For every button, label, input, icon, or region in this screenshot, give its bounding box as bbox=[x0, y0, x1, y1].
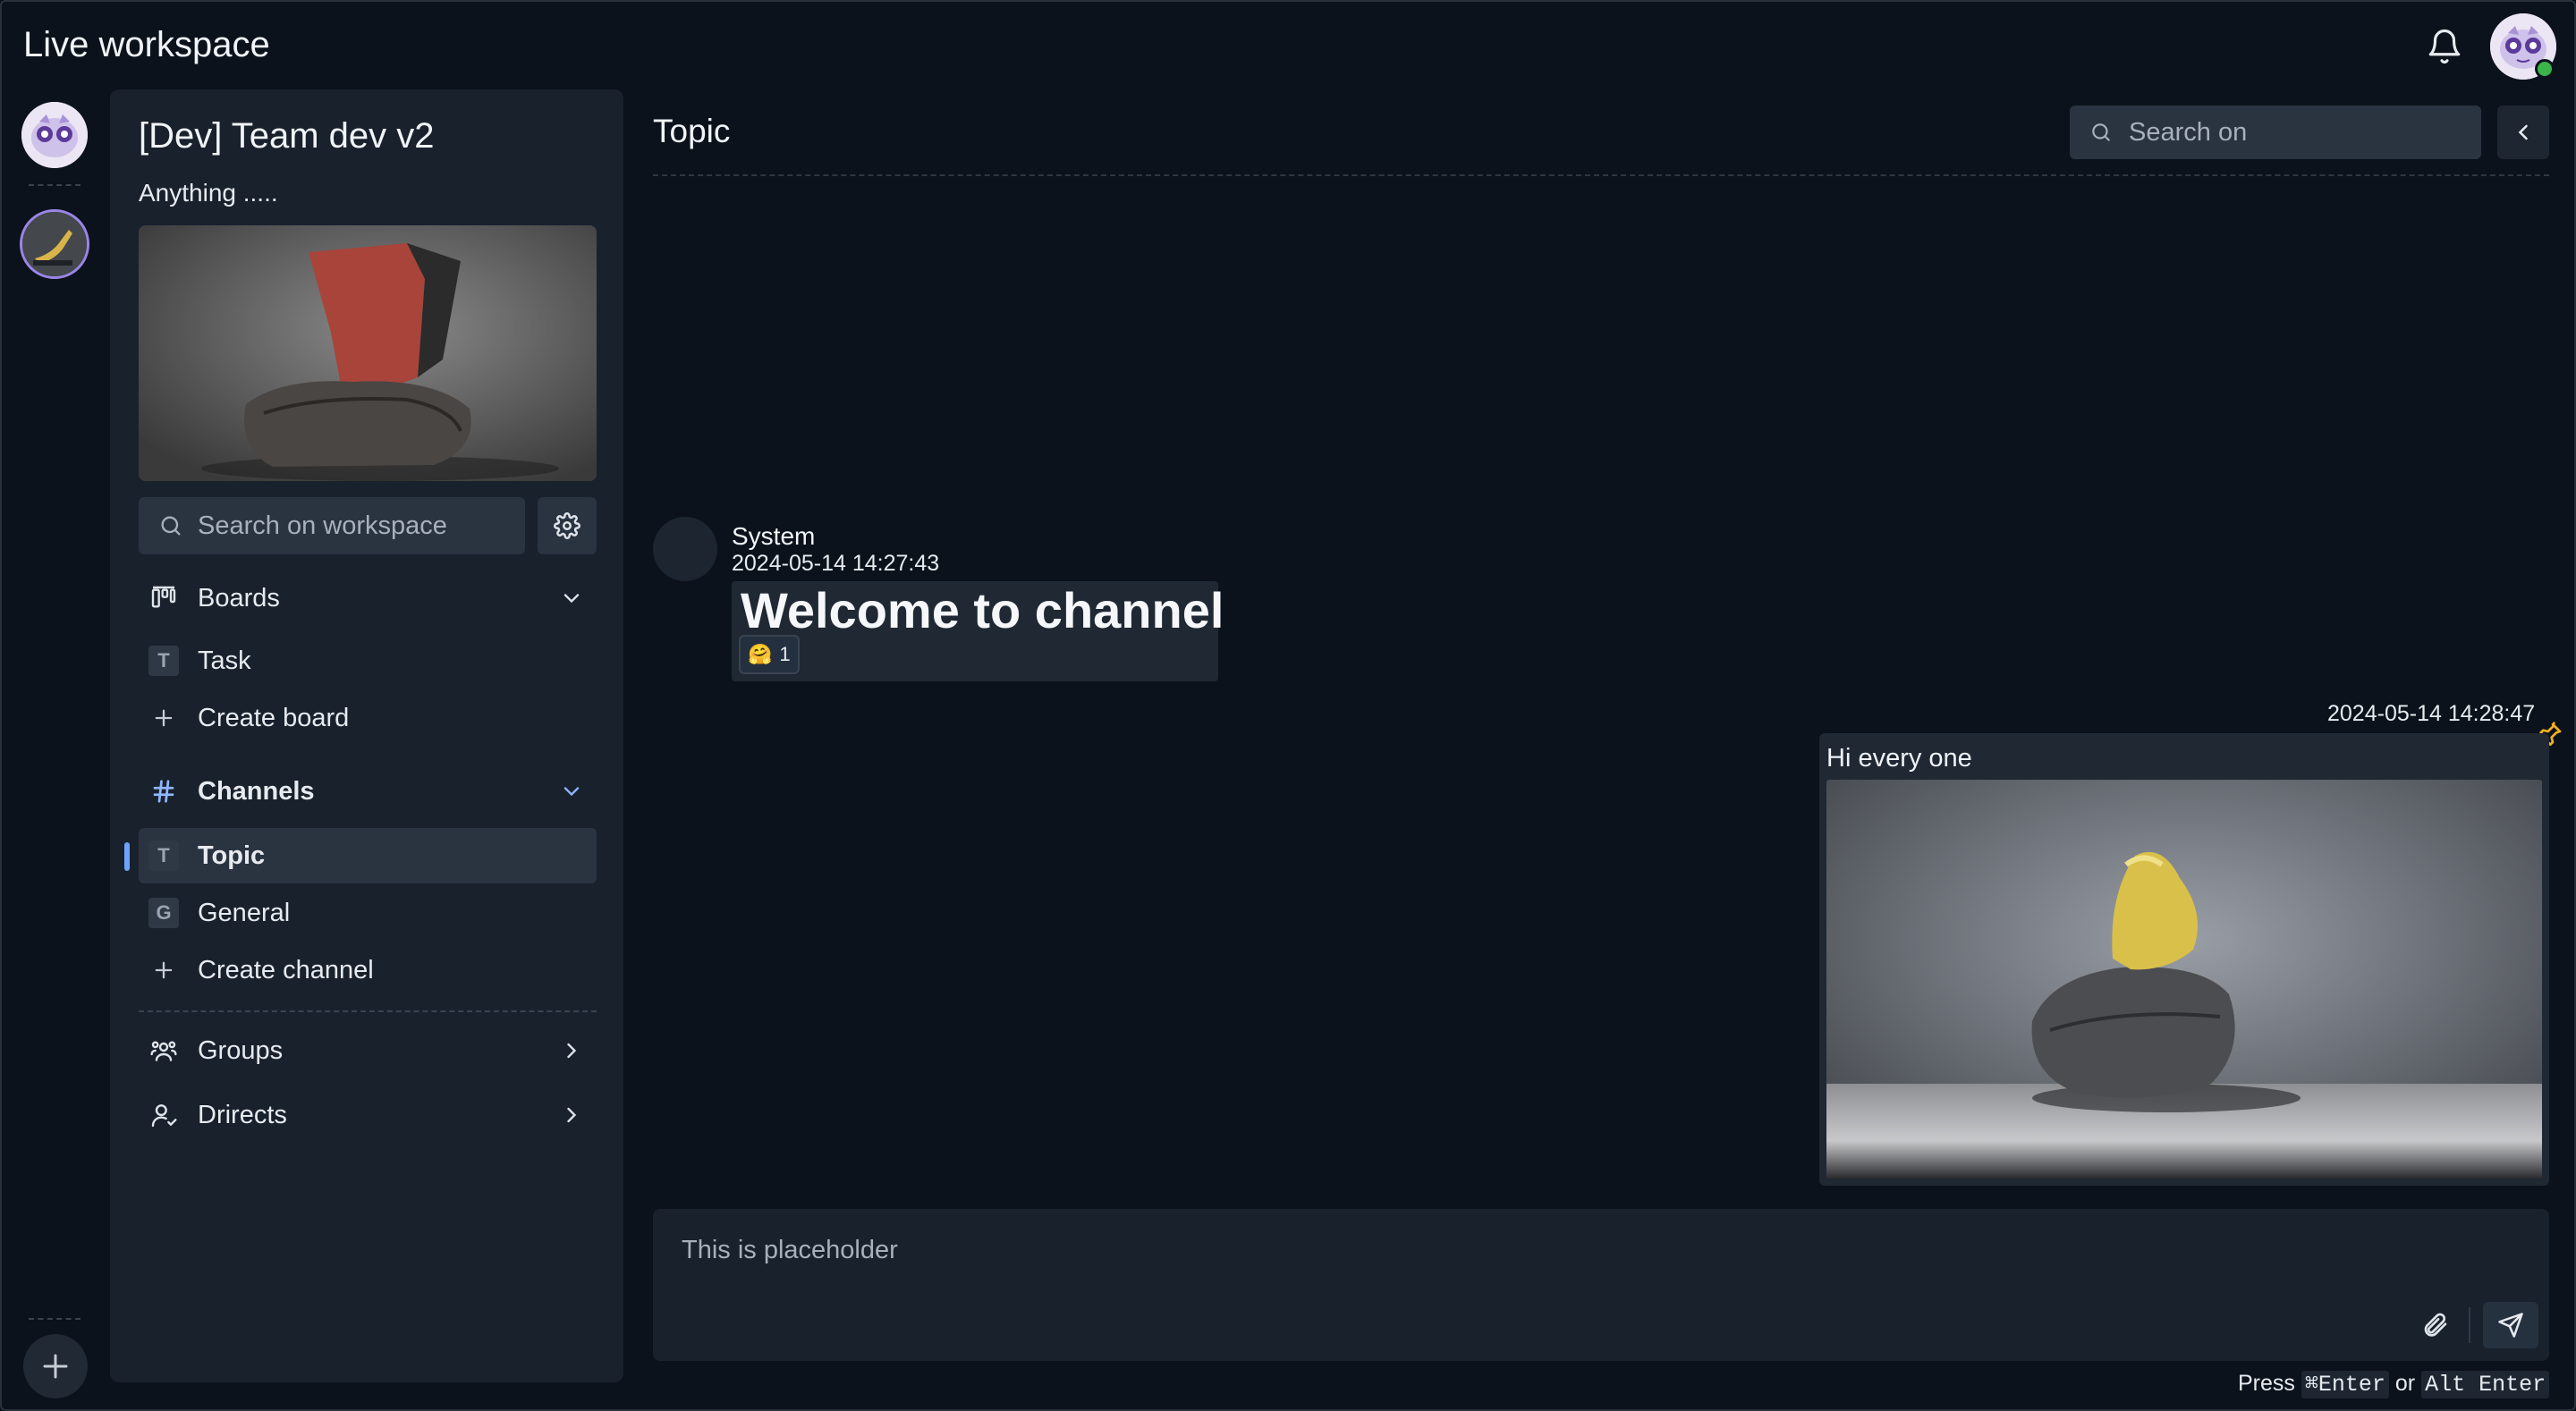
plus-icon bbox=[148, 954, 180, 986]
chevron-left-icon bbox=[2518, 124, 2528, 140]
hint-key-cmd-enter: ⌘Enter bbox=[2301, 1371, 2389, 1398]
active-channel-indicator bbox=[124, 842, 130, 871]
composer-separator bbox=[2469, 1307, 2470, 1343]
workspace-sidebar: [Dev] Team dev v2 Anything ..... Search … bbox=[110, 89, 623, 1382]
board-badge: T bbox=[148, 646, 179, 676]
system-message-bubble: Welcome to channel 🤗 1 bbox=[732, 581, 1224, 681]
chevron-down-icon[interactable] bbox=[555, 582, 588, 614]
message-text: Welcome to channel bbox=[741, 582, 1224, 638]
rail-divider bbox=[29, 184, 80, 186]
channel-item-label: Topic bbox=[198, 841, 266, 870]
channel-item-topic[interactable]: T Topic bbox=[124, 828, 597, 883]
workspace-name: [Dev] Team dev v2 bbox=[139, 116, 435, 156]
channel-item-label: General bbox=[198, 898, 291, 927]
workspace-search-input[interactable] bbox=[198, 511, 520, 541]
send-button[interactable] bbox=[2483, 1302, 2538, 1348]
user-message-bubble: Hi every one bbox=[1819, 733, 2549, 1186]
chevron-right-icon[interactable] bbox=[555, 1035, 588, 1067]
boards-icon bbox=[148, 582, 180, 614]
send-shortcut-hint: Press ⌘Enter or Alt Enter bbox=[2238, 1370, 2550, 1398]
board-item-label: Task bbox=[198, 646, 251, 675]
hint-prefix: Press bbox=[2238, 1371, 2295, 1396]
workspace-settings-button[interactable] bbox=[538, 497, 597, 554]
paperclip-icon[interactable] bbox=[2413, 1304, 2456, 1347]
workspace-search bbox=[139, 497, 525, 554]
channels-section-header[interactable]: Channels bbox=[139, 764, 597, 819]
create-board-label: Create board bbox=[198, 703, 350, 732]
rail-divider-bottom bbox=[29, 1318, 80, 1320]
message-timestamp: 2024-05-14 14:28:47 bbox=[2327, 701, 2536, 726]
channel-item-general[interactable]: G General bbox=[139, 885, 597, 941]
channels-label: Channels bbox=[198, 776, 315, 806]
create-board-button[interactable]: Create board bbox=[139, 690, 597, 746]
workspace-description: Anything ..... bbox=[139, 179, 278, 207]
channel-title: Topic bbox=[653, 113, 731, 149]
channel-search bbox=[2070, 106, 2481, 159]
notification-bell-icon[interactable] bbox=[2426, 27, 2463, 66]
boards-section-header[interactable]: Boards bbox=[139, 570, 597, 626]
message-author: System bbox=[732, 522, 816, 550]
hint-or: or bbox=[2394, 1371, 2416, 1396]
plus-icon bbox=[43, 1354, 68, 1379]
app-title: Live workspace bbox=[23, 25, 270, 64]
hint-key-alt-enter: Alt Enter bbox=[2421, 1371, 2550, 1398]
channel-badge: G bbox=[148, 898, 179, 928]
send-icon bbox=[2498, 1313, 2523, 1338]
message-input[interactable] bbox=[682, 1236, 2381, 1289]
chevron-down-icon[interactable] bbox=[555, 775, 588, 807]
user-icon bbox=[148, 1099, 180, 1131]
board-item-task[interactable]: T Task bbox=[139, 633, 597, 689]
gear-icon bbox=[554, 512, 580, 539]
channel-badge: T bbox=[148, 841, 179, 871]
rail-user-avatar[interactable] bbox=[21, 102, 88, 168]
app-window: Live workspace [Dev] Team dev v2 Anythin… bbox=[0, 0, 2576, 1411]
hugging-face-emoji-icon: 🤗 bbox=[748, 643, 773, 665]
boards-label: Boards bbox=[198, 583, 280, 613]
message-composer bbox=[653, 1209, 2549, 1361]
plus-icon bbox=[148, 702, 180, 734]
message-timestamp: 2024-05-14 14:27:43 bbox=[732, 551, 940, 576]
system-avatar bbox=[653, 517, 717, 581]
sidebar-divider bbox=[139, 1010, 597, 1012]
groups-label: Groups bbox=[198, 1035, 284, 1065]
online-status-indicator bbox=[2535, 59, 2555, 79]
directs-section-header[interactable]: Drirects bbox=[139, 1087, 597, 1143]
header-divider bbox=[653, 174, 2549, 176]
message-image-attachment[interactable] bbox=[1826, 780, 2542, 1179]
search-icon bbox=[2092, 123, 2110, 141]
workspace-switcher-item[interactable] bbox=[20, 209, 89, 279]
create-channel-button[interactable]: Create channel bbox=[139, 942, 597, 998]
reaction-badge[interactable]: 🤗 1 bbox=[739, 635, 800, 674]
chevron-right-icon[interactable] bbox=[555, 1099, 588, 1131]
hash-icon bbox=[148, 775, 180, 807]
collapse-panel-button[interactable] bbox=[2497, 106, 2549, 159]
channel-search-input[interactable] bbox=[2129, 117, 2469, 148]
search-icon bbox=[161, 516, 181, 536]
users-icon bbox=[148, 1035, 180, 1067]
add-workspace-button[interactable] bbox=[23, 1334, 88, 1398]
message-text: Hi every one bbox=[1826, 744, 1972, 773]
directs-label: Drirects bbox=[198, 1100, 287, 1129]
create-channel-label: Create channel bbox=[198, 955, 374, 984]
groups-section-header[interactable]: Groups bbox=[139, 1023, 597, 1078]
workspace-cover-image bbox=[139, 225, 597, 481]
reaction-count: 1 bbox=[779, 643, 791, 665]
